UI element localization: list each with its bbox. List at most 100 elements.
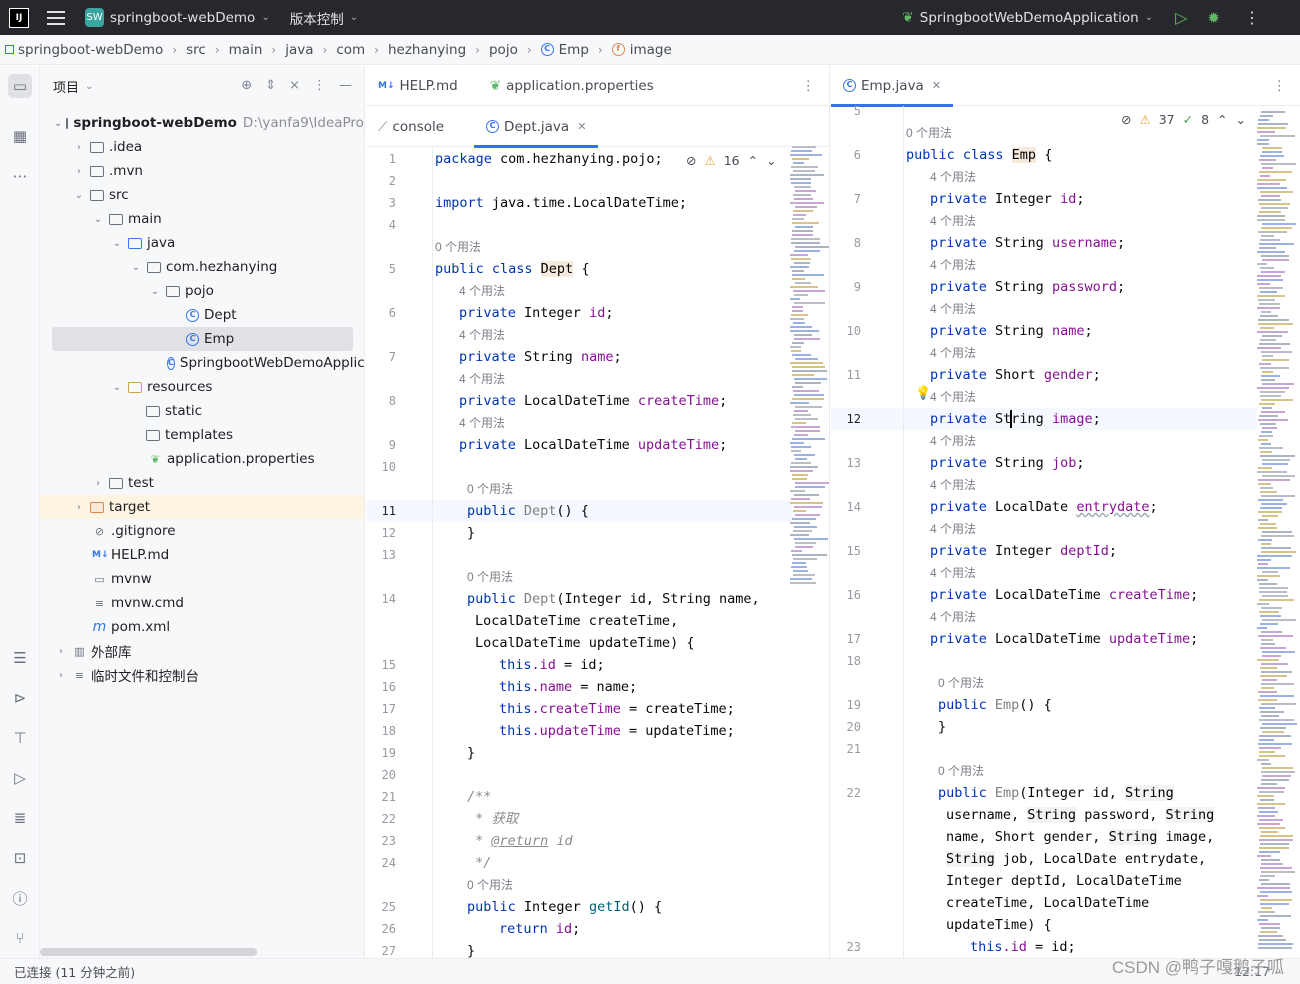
tree-item-src[interactable]: ⌄ src <box>40 183 364 207</box>
debug-icon[interactable]: ✹ <box>1207 9 1220 27</box>
project-view-selector[interactable]: 项目 <box>53 77 79 96</box>
breadcrumb-item[interactable]: Emp <box>559 42 589 58</box>
usage-hint[interactable]: 4 个用法 <box>459 280 505 302</box>
tree-item-pom[interactable]: m pom.xml <box>40 615 364 639</box>
usage-hint[interactable]: 0 个用法 <box>467 566 513 588</box>
intellij-logo-icon[interactable]: IJ <box>9 7 29 28</box>
tree-item-pojo[interactable]: ⌄ pojo <box>40 279 364 303</box>
tree-item-target[interactable]: › target <box>40 495 364 519</box>
main-menu-icon[interactable] <box>47 10 65 25</box>
minimap-line <box>1261 399 1293 401</box>
usage-hint[interactable]: 4 个用法 <box>930 474 976 496</box>
vcs-menu[interactable]: 版本控制 <box>290 8 344 28</box>
tab-options-icon[interactable]: ⋮ <box>802 78 816 94</box>
problems-icon[interactable]: ⓘ <box>8 886 32 910</box>
usage-hint[interactable]: 0 个用法 <box>938 672 984 694</box>
run-config-selector[interactable]: SpringbootWebDemoApplication <box>920 10 1139 26</box>
run-icon[interactable]: ▷ <box>1175 8 1187 27</box>
minimap-line <box>1262 655 1281 657</box>
usage-hint[interactable]: 4 个用法 <box>930 518 976 540</box>
usage-hint[interactable]: 0 个用法 <box>435 236 481 258</box>
breadcrumb-item[interactable]: main <box>229 42 263 58</box>
breadcrumb-item[interactable]: java <box>285 42 313 58</box>
usage-hint[interactable]: 4 个用法 <box>930 254 976 276</box>
git-icon[interactable]: ⑂ <box>8 926 32 950</box>
tree-item-static[interactable]: static <box>40 399 364 423</box>
minimap-line <box>1257 251 1285 253</box>
tree-item-resources[interactable]: ⌄ resources <box>40 375 364 399</box>
tree-item-templates[interactable]: templates <box>40 423 364 447</box>
project-badge[interactable]: SW <box>85 8 104 27</box>
tree-item-dept[interactable]: C Dept <box>40 303 364 327</box>
minimap-line <box>794 378 827 380</box>
project-folder-icon[interactable]: ▭ <box>8 74 32 98</box>
more-tools-icon[interactable]: ⋯ <box>8 164 32 188</box>
run-icon[interactable]: ▷ <box>8 766 32 790</box>
code-area-right[interactable]: 0 个用法 public class Emp { 4 个用法 private I… <box>906 66 1266 955</box>
tree-item-gitignore[interactable]: ⊘ .gitignore <box>40 519 364 543</box>
usage-hint[interactable]: 4 个用法 <box>930 562 976 584</box>
line-number: 9 <box>388 438 396 452</box>
usage-hint[interactable]: 4 个用法 <box>459 324 505 346</box>
tree-item-help-md[interactable]: M↓ HELP.md <box>40 543 364 567</box>
usage-hint[interactable]: 0 个用法 <box>467 874 513 896</box>
run-dashboard-icon[interactable]: ⊳ <box>8 686 32 710</box>
tree-item-emp[interactable]: C Emp <box>52 327 353 351</box>
tab-options-icon[interactable]: ⋮ <box>1273 78 1287 94</box>
breadcrumb-item[interactable]: pojo <box>489 42 518 58</box>
project-horizontal-scrollbar[interactable] <box>40 948 257 956</box>
usage-hint[interactable]: 4 个用法 <box>930 210 976 232</box>
minimap-line <box>1257 603 1269 605</box>
usage-hint[interactable]: 0 个用法 <box>467 478 513 500</box>
code-area-left[interactable]: package com.hezhanying.pojo; import java… <box>435 66 785 959</box>
expand-all-icon[interactable]: ⇕ <box>265 78 276 93</box>
usage-hint[interactable]: 4 个用法 <box>930 386 976 408</box>
tree-item-java[interactable]: ⌄ java <box>40 231 364 255</box>
tree-item-scratches[interactable]: › ≡ 临时文件和控制台 <box>40 663 364 687</box>
tree-item-application-properties[interactable]: ❦ application.properties <box>40 447 364 471</box>
usage-hint[interactable]: 0 个用法 <box>938 760 984 782</box>
tree-item-package[interactable]: ⌄ com.hezhanying <box>40 255 364 279</box>
hide-icon[interactable]: — <box>339 78 352 93</box>
project-switcher[interactable]: springboot-webDemo <box>110 10 255 26</box>
usage-hint[interactable]: 4 个用法 <box>459 412 505 434</box>
tree-item-mvn[interactable]: › .mvn <box>40 159 364 183</box>
usage-hint[interactable]: 4 个用法 <box>459 368 505 390</box>
tree-item-mvnw[interactable]: ▭ mvnw <box>40 567 364 591</box>
tree-item-mvnw-cmd[interactable]: ≡ mvnw.cmd <box>40 591 364 615</box>
tree-item-main[interactable]: ⌄ main <box>40 207 364 231</box>
usage-hint[interactable]: 0 个用法 <box>906 122 952 144</box>
breadcrumb-item[interactable]: hezhanying <box>388 42 466 58</box>
breadcrumb-item[interactable]: image <box>630 42 672 58</box>
tree-root[interactable]: ⌄ springboot-webDemo D:\yanfa9\IdeaProje… <box>40 111 364 135</box>
minimap-left[interactable] <box>790 146 830 946</box>
build-icon[interactable]: ⊤ <box>8 726 32 750</box>
status-bar: 已连接 (11 分钟之前) 12:17 <box>0 958 1300 984</box>
terminal-icon[interactable]: ⊡ <box>8 846 32 870</box>
breadcrumb-item[interactable]: springboot-webDemo <box>18 42 163 58</box>
more-icon[interactable]: ⋮ <box>1244 8 1260 27</box>
usage-hint[interactable]: 4 个用法 <box>930 342 976 364</box>
tree-item-external-libs[interactable]: › ▥ 外部库 <box>40 639 364 663</box>
collapse-all-icon[interactable]: ⨯ <box>289 78 300 93</box>
usage-hint[interactable]: 4 个用法 <box>930 430 976 452</box>
minimap-right[interactable] <box>1257 111 1297 949</box>
breadcrumb-item[interactable]: com <box>336 42 365 58</box>
minimap-line <box>792 230 813 232</box>
usage-hint[interactable]: 4 个用法 <box>930 298 976 320</box>
usage-hint[interactable]: 4 个用法 <box>930 606 976 628</box>
minimap-line <box>792 158 809 160</box>
breadcrumb-item[interactable]: src <box>186 42 206 58</box>
minimap-line <box>1259 287 1283 289</box>
status-text[interactable]: 已连接 (11 分钟之前) <box>14 962 135 981</box>
tree-item-application-class[interactable]: C SpringbootWebDemoApplica <box>40 351 364 375</box>
tree-item-test[interactable]: › test <box>40 471 364 495</box>
locate-icon[interactable]: ⊕ <box>241 78 252 93</box>
usage-hint[interactable]: 4 个用法 <box>930 166 976 188</box>
database-icon[interactable]: ≣ <box>8 806 32 830</box>
options-icon[interactable]: ⋮ <box>313 78 326 93</box>
tree-item-idea[interactable]: › .idea <box>40 135 364 159</box>
code-line: name, Short gender, String image, <box>946 829 1215 845</box>
services-icon[interactable]: ☰ <box>8 646 32 670</box>
structure-icon[interactable]: ▦ <box>8 124 32 148</box>
